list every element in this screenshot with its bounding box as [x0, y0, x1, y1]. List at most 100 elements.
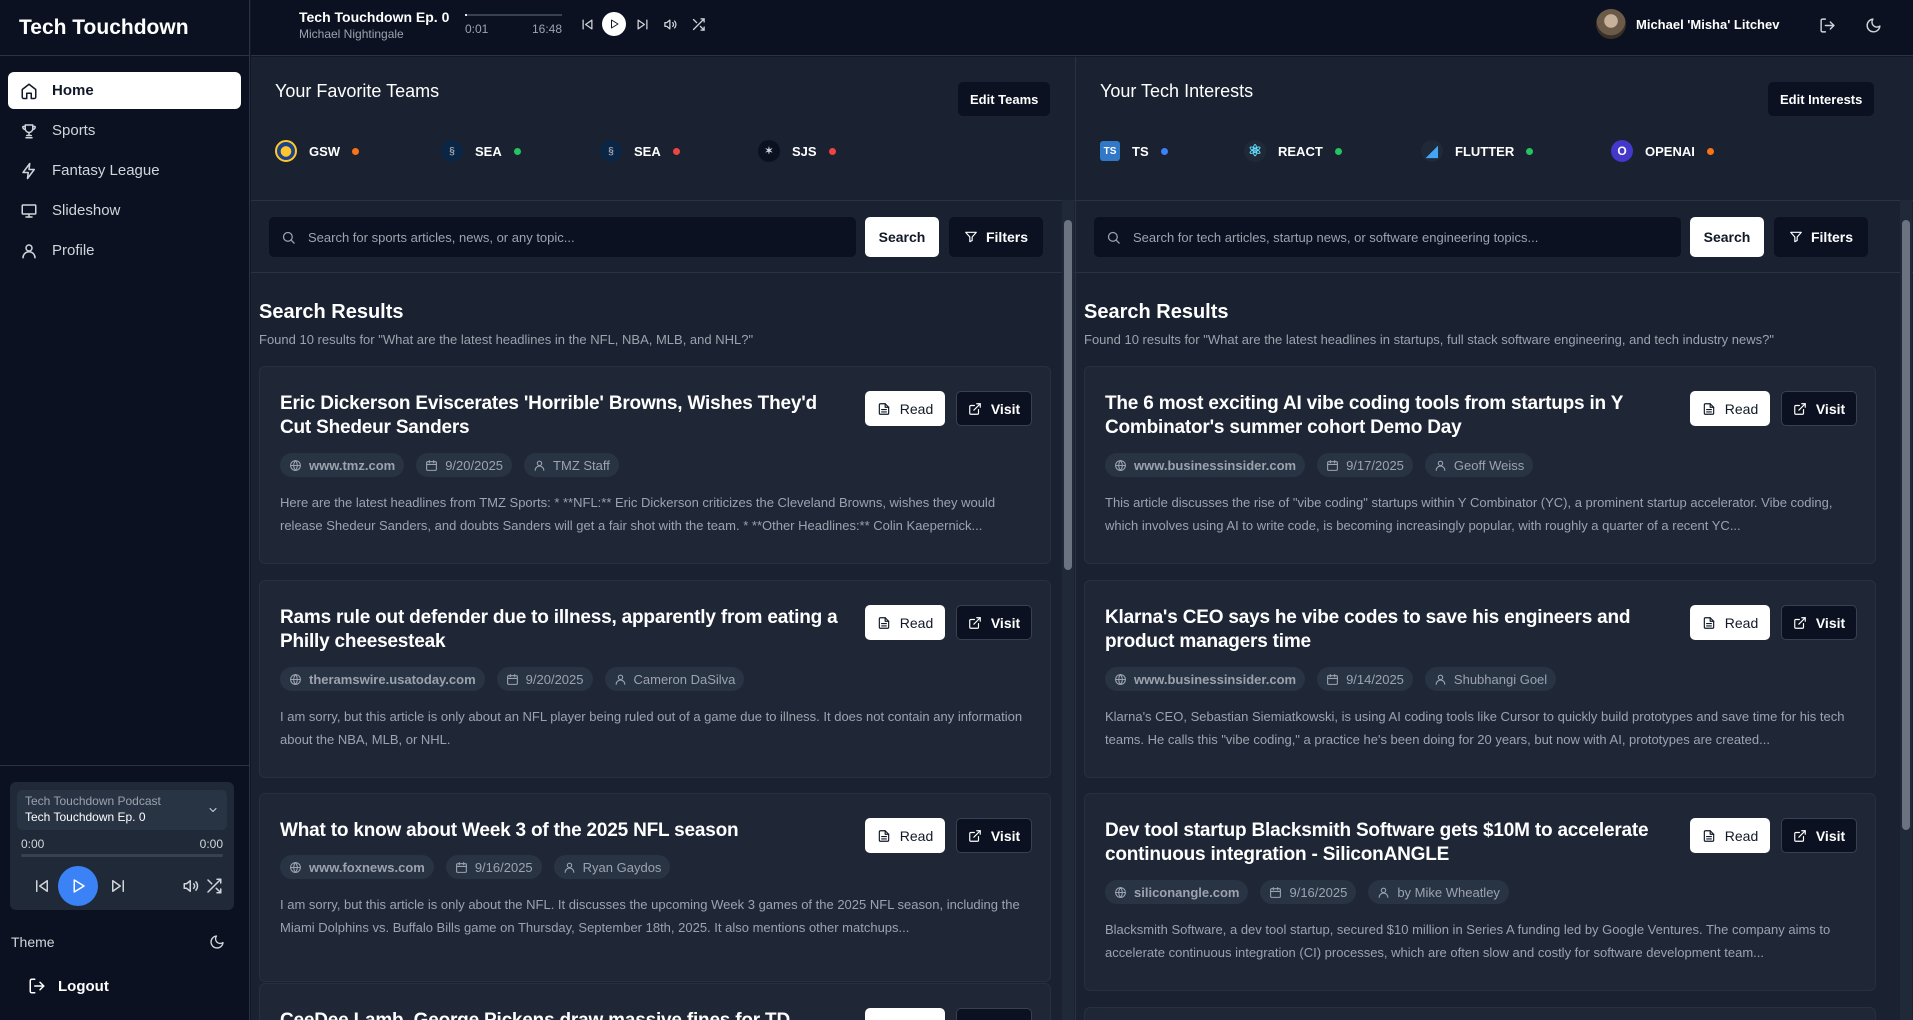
moon-icon[interactable]	[1865, 17, 1882, 34]
team-chip[interactable]: ⬤ GSW	[275, 136, 441, 166]
scrollbar-thumb[interactable]	[1064, 220, 1072, 570]
results-subtitle: Found 10 results for "What are the lates…	[1084, 332, 1774, 347]
author-text: Ryan Gaydos	[582, 859, 662, 875]
skip-back-icon[interactable]	[33, 877, 51, 895]
filters-button[interactable]: Filters	[949, 217, 1043, 257]
date-badge: 9/20/2025	[496, 667, 593, 691]
volume-icon[interactable]	[182, 877, 200, 895]
author-text: TMZ Staff	[553, 457, 610, 473]
user-icon	[1377, 886, 1390, 899]
openai-icon: O	[1611, 140, 1633, 162]
filters-button[interactable]: Filters	[1774, 217, 1868, 257]
scrollbar-thumb[interactable]	[1902, 220, 1910, 830]
article-description: I am sorry, but this article is only abo…	[280, 709, 1023, 747]
shuffle-icon[interactable]	[205, 877, 223, 895]
search-button[interactable]: Search	[865, 217, 939, 257]
sidebar-item-fantasy-league[interactable]: Fantasy League	[8, 152, 241, 189]
article-title[interactable]: Eric Dickerson Eviscerates 'Horrible' Br…	[280, 392, 850, 440]
sidebar-item-profile[interactable]: Profile	[8, 232, 241, 269]
team-chip[interactable]: § SEA	[600, 136, 758, 166]
article-title[interactable]: What to know about Week 3 of the 2025 NF…	[280, 819, 850, 843]
article-title[interactable]: Klarna's CEO says he vibe codes to save …	[1105, 606, 1675, 654]
source-text: www.tmz.com	[309, 457, 396, 473]
scrollbar[interactable]	[1900, 200, 1912, 1020]
episode-select[interactable]: Tech Touchdown Podcast Tech Touchdown Ep…	[17, 790, 227, 830]
file-text-icon	[1702, 616, 1716, 630]
visit-button[interactable]: Visit	[1781, 605, 1857, 640]
article-title[interactable]: Rams rule out defender due to illness, a…	[280, 606, 850, 654]
edit-teams-button[interactable]: Edit Teams	[958, 82, 1051, 116]
mini-play-button[interactable]	[58, 866, 98, 906]
top-progress-bar[interactable]	[465, 14, 562, 16]
read-button[interactable]: Read	[865, 818, 945, 853]
user-menu[interactable]: Michael 'Misha' Litchev	[1596, 9, 1779, 39]
calendar-icon	[425, 459, 438, 472]
logout-icon[interactable]	[1819, 17, 1836, 34]
logout-button[interactable]: Logout	[28, 977, 109, 995]
read-button[interactable]: Read	[865, 1008, 945, 1020]
read-button[interactable]: Read	[1690, 818, 1770, 853]
visit-label: Visit	[990, 827, 1021, 844]
now-playing-title: Tech Touchdown Ep. 0	[299, 9, 450, 25]
interest-chip[interactable]: TS TS	[1100, 136, 1244, 166]
skip-forward-icon[interactable]	[635, 17, 650, 32]
top-play-button[interactable]	[602, 12, 626, 36]
author-text: Shubhangi Goel	[1453, 671, 1548, 687]
chevron-down-icon	[207, 804, 219, 816]
article-card	[1084, 1007, 1876, 1020]
sidebar-nav: Home Sports Fantasy League Slideshow Pro…	[0, 56, 249, 269]
sidebar-item-slideshow[interactable]: Slideshow	[8, 192, 241, 229]
episode-source: Tech Touchdown Podcast	[25, 794, 161, 808]
read-button[interactable]: Read	[1690, 605, 1770, 640]
visit-button[interactable]: Visit	[956, 818, 1032, 853]
status-dot	[1706, 147, 1714, 155]
interest-chip[interactable]: O OPENAI	[1611, 136, 1714, 166]
read-button[interactable]: Read	[1690, 391, 1770, 426]
volume-icon[interactable]	[663, 17, 678, 32]
scrollbar[interactable]	[1062, 200, 1074, 1020]
author-badge: by Mike Wheatley	[1368, 880, 1509, 904]
status-dot	[352, 147, 360, 155]
search-input[interactable]: Search for sports articles, news, or any…	[269, 217, 856, 257]
calendar-icon	[1326, 673, 1339, 686]
date-badge: 9/20/2025	[416, 453, 513, 477]
sidebar-item-sports[interactable]: Sports	[8, 112, 241, 149]
visit-button[interactable]: Visit	[1781, 391, 1857, 426]
now-playing-author: Michael Nightingale	[299, 27, 404, 41]
typescript-icon: TS	[1100, 141, 1120, 161]
search-button[interactable]: Search	[1690, 217, 1764, 257]
read-button[interactable]: Read	[865, 605, 945, 640]
team-chip[interactable]: ✶ SJS	[758, 136, 836, 166]
article-title[interactable]: Dev tool startup Blacksmith Software get…	[1105, 819, 1675, 867]
tech-interests-heading: Your Tech Interests	[1100, 81, 1254, 101]
team-chip[interactable]: § SEA	[441, 136, 600, 166]
interest-chip[interactable]: ⚛ REACT	[1244, 136, 1421, 166]
visit-button[interactable]: Visit	[956, 1008, 1032, 1020]
visit-button[interactable]: Visit	[1781, 818, 1857, 853]
moon-icon[interactable]	[209, 934, 225, 950]
avatar	[1596, 9, 1626, 39]
author-badge: Geoff Weiss	[1424, 453, 1534, 477]
skip-forward-icon[interactable]	[109, 877, 127, 895]
skip-back-icon[interactable]	[580, 17, 595, 32]
search-icon	[1106, 230, 1121, 245]
article-title[interactable]: The 6 most exciting AI vibe coding tools…	[1105, 392, 1675, 440]
article-description: Blacksmith Software, a dev tool startup,…	[1105, 922, 1831, 960]
visit-button[interactable]: Visit	[956, 605, 1032, 640]
divider	[251, 272, 1075, 273]
interest-chip[interactable]: ◢ FLUTTER	[1421, 136, 1611, 166]
search-input[interactable]: Search for tech articles, startup news, …	[1094, 217, 1681, 257]
status-dot	[1160, 147, 1168, 155]
top-bar: Tech Touchdown Ep. 0 Michael Nightingale…	[251, 0, 1913, 56]
article-title[interactable]: CeeDee Lamb, George Pickens draw massive…	[280, 1009, 850, 1020]
read-button[interactable]: Read	[865, 391, 945, 426]
visit-button[interactable]: Visit	[956, 391, 1032, 426]
sidebar-item-home[interactable]: Home	[8, 72, 241, 109]
article-card: Klarna's CEO says he vibe codes to save …	[1084, 580, 1876, 778]
mini-progress-bar[interactable]	[21, 854, 223, 857]
mini-player: Tech Touchdown Podcast Tech Touchdown Ep…	[10, 782, 234, 910]
shuffle-icon[interactable]	[691, 17, 706, 32]
external-link-icon	[968, 829, 982, 843]
status-dot	[1334, 147, 1342, 155]
edit-interests-button[interactable]: Edit Interests	[1768, 82, 1875, 116]
